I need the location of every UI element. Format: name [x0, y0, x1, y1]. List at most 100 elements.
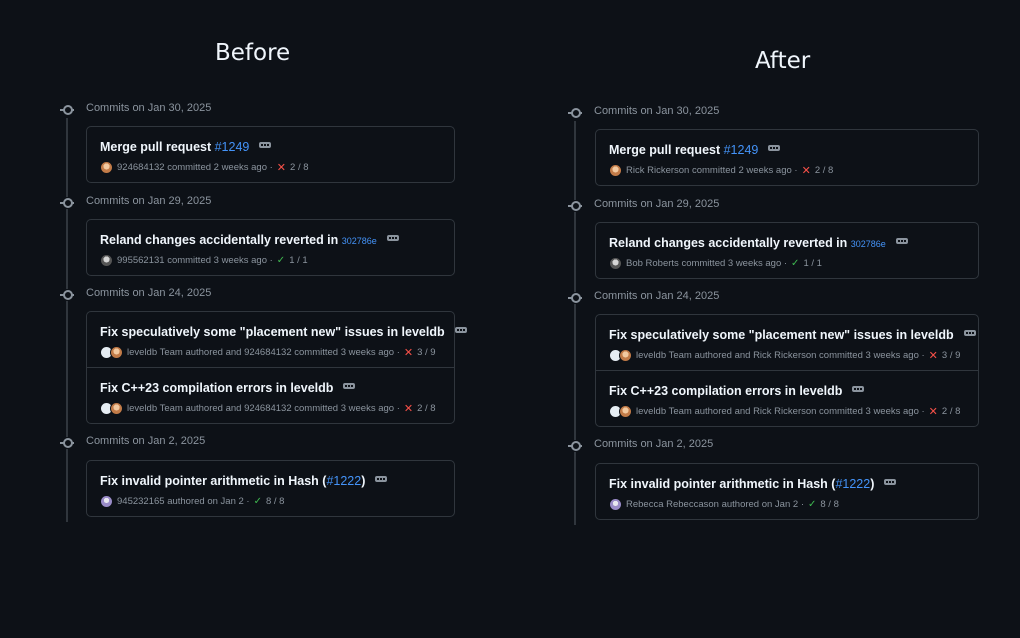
- avatar[interactable]: [110, 402, 123, 415]
- commit-list: Reland changes accidentally reverted in …: [86, 219, 455, 276]
- commit-group-date: Commits on Jan 29, 2025: [86, 195, 212, 207]
- git-commit-icon: [60, 437, 74, 449]
- avatar[interactable]: [100, 254, 113, 267]
- commit-row[interactable]: Fix C++23 compilation errors in leveldb …: [87, 367, 454, 423]
- avatar[interactable]: [609, 164, 622, 177]
- ellipsis-icon[interactable]: [386, 235, 399, 241]
- commit-list: Fix speculatively some "placement new" i…: [86, 311, 467, 424]
- avatar[interactable]: [619, 349, 632, 362]
- commit-list: Merge pull request #1249 Rick Rickerson …: [595, 129, 979, 186]
- check-count[interactable]: 2 / 8: [815, 165, 834, 176]
- ellipsis-icon[interactable]: [895, 238, 908, 244]
- pr-link[interactable]: #1249: [215, 140, 250, 154]
- pr-link[interactable]: #1222: [326, 474, 361, 488]
- commit-group-date: Commits on Jan 2, 2025: [594, 438, 714, 450]
- commit-timeline: [574, 121, 576, 525]
- ellipsis-icon[interactable]: [343, 383, 356, 389]
- commit-title[interactable]: Fix speculatively some "placement new" i…: [609, 328, 976, 342]
- commit-author-info: Rick Rickerson committed 2 weeks ago ·: [626, 165, 798, 176]
- commit-title[interactable]: Fix invalid pointer arithmetic in Hash (…: [100, 474, 388, 488]
- commit-sha-link[interactable]: 302786e: [851, 239, 886, 249]
- commit-row[interactable]: Merge pull request #1249 924684132 commi…: [87, 127, 454, 182]
- x-icon[interactable]: ✕: [277, 161, 286, 174]
- commit-title[interactable]: Fix invalid pointer arithmetic in Hash (…: [609, 477, 897, 491]
- git-commit-icon: [568, 440, 582, 452]
- avatar[interactable]: [100, 161, 113, 174]
- git-commit-icon: [568, 292, 582, 304]
- panel-title: Before: [215, 40, 291, 66]
- commit-title[interactable]: Fix speculatively some "placement new" i…: [100, 325, 467, 339]
- x-icon[interactable]: ✕: [404, 402, 413, 415]
- ellipsis-icon[interactable]: [375, 476, 388, 482]
- commit-row[interactable]: Fix speculatively some "placement new" i…: [87, 312, 467, 367]
- commit-author-info: Bob Roberts committed 3 weeks ago ·: [626, 258, 788, 269]
- check-count[interactable]: 1 / 1: [289, 255, 308, 266]
- commit-row[interactable]: Fix invalid pointer arithmetic in Hash (…: [87, 461, 454, 516]
- commit-title[interactable]: Merge pull request #1249: [609, 143, 781, 157]
- avatar[interactable]: [619, 405, 632, 418]
- commit-author-info: leveldb Team authored and Rick Rickerson…: [636, 406, 925, 417]
- commit-title[interactable]: Fix C++23 compilation errors in leveldb: [609, 384, 865, 398]
- check-count[interactable]: 8 / 8: [266, 496, 285, 507]
- commit-timeline: [66, 118, 68, 522]
- commit-row[interactable]: Reland changes accidentally reverted in …: [596, 223, 978, 278]
- panel-title: After: [755, 48, 811, 74]
- x-icon[interactable]: ✕: [929, 349, 938, 362]
- commit-row[interactable]: Fix invalid pointer arithmetic in Hash (…: [596, 464, 978, 519]
- check-count[interactable]: 3 / 9: [417, 347, 436, 358]
- commit-row[interactable]: Fix speculatively some "placement new" i…: [596, 315, 978, 370]
- check-icon[interactable]: ✓: [808, 499, 816, 510]
- commit-row[interactable]: Fix C++23 compilation errors in leveldb …: [596, 370, 978, 426]
- commit-author-info: leveldb Team authored and 924684132 comm…: [127, 347, 400, 358]
- commit-meta: Rick Rickerson committed 2 weeks ago · ✕…: [609, 164, 833, 177]
- pr-link[interactable]: #1222: [835, 477, 870, 491]
- check-count[interactable]: 2 / 8: [417, 403, 436, 414]
- commit-list: Reland changes accidentally reverted in …: [595, 222, 979, 279]
- git-commit-icon: [60, 289, 74, 301]
- avatar[interactable]: [100, 495, 113, 508]
- git-commit-icon: [568, 107, 582, 119]
- commit-list: Fix invalid pointer arithmetic in Hash (…: [86, 460, 455, 517]
- commit-list: Fix speculatively some "placement new" i…: [595, 314, 979, 427]
- avatar[interactable]: [609, 257, 622, 270]
- check-count[interactable]: 2 / 8: [290, 162, 309, 173]
- avatar[interactable]: [110, 346, 123, 359]
- ellipsis-icon[interactable]: [454, 327, 467, 333]
- commit-title[interactable]: Merge pull request #1249: [100, 140, 272, 154]
- commit-title[interactable]: Fix C++23 compilation errors in leveldb: [100, 381, 356, 395]
- commit-meta: leveldb Team authored and Rick Rickerson…: [609, 349, 960, 362]
- commit-group-date: Commits on Jan 24, 2025: [86, 287, 212, 299]
- commit-author-info: 945232165 authored on Jan 2 ·: [117, 496, 250, 507]
- check-count[interactable]: 3 / 9: [942, 350, 961, 361]
- commit-group-date: Commits on Jan 24, 2025: [594, 290, 720, 302]
- ellipsis-icon[interactable]: [768, 145, 781, 151]
- check-count[interactable]: 1 / 1: [803, 258, 822, 269]
- ellipsis-icon[interactable]: [884, 479, 897, 485]
- ellipsis-icon[interactable]: [963, 330, 976, 336]
- ellipsis-icon[interactable]: [852, 386, 865, 392]
- ellipsis-icon[interactable]: [259, 142, 272, 148]
- commit-meta: 924684132 committed 2 weeks ago · ✕ 2 / …: [100, 161, 309, 174]
- pr-link[interactable]: #1249: [724, 143, 759, 157]
- commit-meta: 995562131 committed 3 weeks ago · ✓ 1 / …: [100, 254, 308, 267]
- avatar[interactable]: [609, 498, 622, 511]
- commit-meta: Bob Roberts committed 3 weeks ago · ✓ 1 …: [609, 257, 822, 270]
- check-icon[interactable]: ✓: [791, 258, 799, 269]
- check-count[interactable]: 2 / 8: [942, 406, 961, 417]
- commit-group-date: Commits on Jan 2, 2025: [86, 435, 206, 447]
- commit-title[interactable]: Reland changes accidentally reverted in …: [100, 233, 399, 247]
- commit-sha-link[interactable]: 302786e: [342, 236, 377, 246]
- x-icon[interactable]: ✕: [404, 346, 413, 359]
- commit-title[interactable]: Reland changes accidentally reverted in …: [609, 236, 908, 250]
- commit-group-date: Commits on Jan 29, 2025: [594, 198, 720, 210]
- commit-row[interactable]: Merge pull request #1249 Rick Rickerson …: [596, 130, 978, 185]
- commit-row[interactable]: Reland changes accidentally reverted in …: [87, 220, 454, 275]
- x-icon[interactable]: ✕: [802, 164, 811, 177]
- commit-list: Merge pull request #1249 924684132 commi…: [86, 126, 455, 183]
- check-icon[interactable]: ✓: [254, 496, 262, 507]
- check-icon[interactable]: ✓: [277, 255, 285, 266]
- commit-author-info: 995562131 committed 3 weeks ago ·: [117, 255, 273, 266]
- check-count[interactable]: 8 / 8: [820, 499, 839, 510]
- git-commit-icon: [60, 104, 74, 116]
- x-icon[interactable]: ✕: [929, 405, 938, 418]
